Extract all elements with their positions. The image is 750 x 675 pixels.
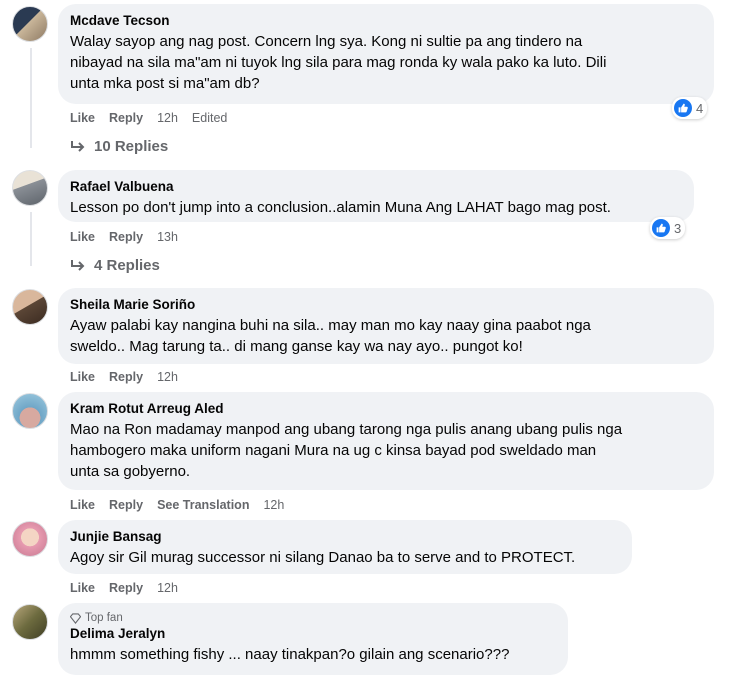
avatar[interactable] xyxy=(12,521,48,557)
comment-author[interactable]: Kram Rotut Arreug Aled xyxy=(70,400,702,417)
avatar[interactable] xyxy=(12,170,48,206)
avatar[interactable] xyxy=(12,604,48,640)
comment-actions: Like Reply 12h xyxy=(70,580,178,596)
reply-button[interactable]: Reply xyxy=(109,497,143,513)
reaction-count[interactable]: 3 xyxy=(650,217,686,239)
comment-author[interactable]: Junjie Bansag xyxy=(70,528,620,545)
reply-arrow-icon xyxy=(71,140,85,152)
timestamp[interactable]: 12h xyxy=(157,580,178,596)
view-replies-button[interactable]: 4 Replies xyxy=(70,257,160,274)
timestamp[interactable]: 13h xyxy=(157,229,178,245)
comment-text: Walay sayop ang nag post. Concern lng sy… xyxy=(70,33,607,92)
comment-author[interactable]: Rafael Valbuena xyxy=(70,178,682,195)
thumbs-up-icon xyxy=(652,219,670,237)
reply-button[interactable]: Reply xyxy=(109,110,143,126)
view-replies-button[interactable]: 10 Replies xyxy=(70,138,168,155)
see-translation-button[interactable]: See Translation xyxy=(157,497,249,513)
reaction-count[interactable]: 4 xyxy=(672,97,708,119)
reply-arrow-icon xyxy=(71,259,85,271)
thumbs-up-icon xyxy=(674,99,692,117)
reaction-number: 3 xyxy=(674,220,682,236)
comment-bubble: Rafael Valbuena Lesson po don't jump int… xyxy=(58,170,694,222)
timestamp[interactable]: 12h xyxy=(157,110,178,126)
comment-actions: Like Reply 12h xyxy=(70,369,178,385)
comment-bubble: Sheila Marie Soriño Ayaw palabi kay nang… xyxy=(58,288,714,364)
thread-line xyxy=(30,212,32,266)
like-button[interactable]: Like xyxy=(70,229,95,245)
comment-bubble: Mcdave Tecson Walay sayop ang nag post. … xyxy=(58,4,714,104)
comment-text: Mao na Ron madamay manpod ang ubang taro… xyxy=(70,421,623,480)
reaction-number: 4 xyxy=(696,100,704,116)
timestamp[interactable]: 12h xyxy=(263,497,284,513)
like-button[interactable]: Like xyxy=(70,497,95,513)
replies-label: 4 Replies xyxy=(94,257,160,274)
avatar[interactable] xyxy=(12,289,48,325)
like-button[interactable]: Like xyxy=(70,110,95,126)
reply-button[interactable]: Reply xyxy=(109,229,143,245)
comment-author[interactable]: Delima Jeralyn xyxy=(70,625,556,642)
comment-text: Agoy sir Gil murag successor ni silang D… xyxy=(70,549,576,566)
comment-actions: Like Reply 12h Edited xyxy=(70,110,227,126)
comment-bubble: Kram Rotut Arreug Aled Mao na Ron madama… xyxy=(58,392,714,490)
edited-label: Edited xyxy=(191,111,228,125)
comment-text: Ayaw palabi kay nangina buhi na sila.. m… xyxy=(70,317,591,355)
comment-text: hmmm something fishy ... naay tinakpan?o… xyxy=(70,646,510,663)
like-button[interactable]: Like xyxy=(70,369,95,385)
replies-label: 10 Replies xyxy=(94,138,169,155)
reply-button[interactable]: Reply xyxy=(109,580,143,596)
top-fan-label: Top fan xyxy=(85,612,123,624)
comment-actions: Like Reply 13h xyxy=(70,229,178,245)
timestamp[interactable]: 12h xyxy=(157,369,178,385)
comment-actions: Like Reply See Translation 12h xyxy=(70,497,284,513)
comment-author[interactable]: Sheila Marie Soriño xyxy=(70,296,702,313)
thread-line xyxy=(30,48,32,148)
comment-text: Lesson po don't jump into a conclusion..… xyxy=(70,199,611,216)
comment-author[interactable]: Mcdave Tecson xyxy=(70,12,702,29)
reply-button[interactable]: Reply xyxy=(109,369,143,385)
avatar[interactable] xyxy=(12,393,48,429)
like-button[interactable]: Like xyxy=(70,580,95,596)
top-fan-badge: Top fan xyxy=(70,611,556,625)
avatar[interactable] xyxy=(12,6,48,42)
comment-bubble: Junjie Bansag Agoy sir Gil murag success… xyxy=(58,520,632,574)
comment-bubble: Top fan Delima Jeralyn hmmm something fi… xyxy=(58,603,568,675)
diamond-icon xyxy=(70,612,81,624)
